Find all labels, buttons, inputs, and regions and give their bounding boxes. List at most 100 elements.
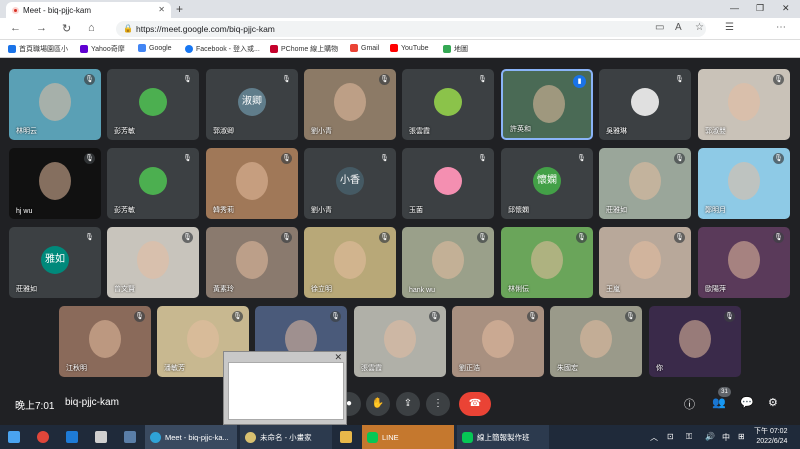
participant-video — [89, 320, 121, 358]
taskbar-line[interactable]: LINE — [362, 425, 454, 449]
address-bar-row: ← → ↻ ⌂ 🔒 https://meet.google.com/biq-pj… — [0, 18, 800, 52]
chat-icon[interactable]: 💬 — [740, 396, 754, 409]
browser-tab[interactable]: Meet - biq-pjjc-kam ✕ — [6, 2, 171, 18]
url-field[interactable]: 🔒 https://meet.google.com/biq-pjjc-kam — [116, 21, 706, 37]
volume-icon[interactable]: 🔊 — [705, 432, 715, 441]
bookmark-item[interactable]: PChome 線上購物 — [270, 44, 338, 54]
participant-tile[interactable]: 🎙 彭芳敏 — [107, 69, 199, 140]
bookmark-item[interactable]: YouTube — [390, 44, 429, 52]
participant-tile[interactable]: 🎙 劉小青 — [304, 69, 396, 140]
home-icon[interactable]: ⌂ — [88, 22, 95, 34]
participant-name: 郭淑卿 — [213, 128, 234, 135]
mic-off-icon: 🎙 — [281, 232, 292, 243]
participant-name: 江秋明 — [66, 365, 87, 372]
close-tab-icon[interactable]: ✕ — [158, 5, 165, 14]
chrome-icon[interactable] — [37, 431, 49, 443]
raise-hand-button[interactable]: ✋ — [366, 392, 390, 416]
media-player-icon[interactable] — [95, 431, 107, 443]
camera-icon[interactable]: ▭ — [655, 22, 664, 33]
meeting-time: 晚上7:01 — [15, 401, 55, 412]
bookmark-item[interactable]: 首頁職場園區小 — [8, 44, 68, 54]
meeting-details-icon[interactable]: ⓘ — [684, 396, 695, 412]
participant-tile[interactable]: ▮ 許英和 — [501, 69, 593, 140]
system-clock[interactable]: 下午 07:02 2022/6/24 — [754, 427, 787, 447]
back-icon[interactable]: ← — [10, 22, 21, 34]
participant-video — [580, 320, 612, 358]
reload-icon[interactable]: ↻ — [62, 22, 71, 35]
participant-tile[interactable]: 🎙 莊雅如 — [599, 148, 691, 219]
close-window-icon[interactable]: ✕ — [782, 3, 790, 14]
present-button[interactable]: ⇪ — [396, 392, 420, 416]
participant-tile[interactable]: 🎙 玉菌 — [402, 148, 494, 219]
participant-tile[interactable]: 🎙 韓秀莉 — [206, 148, 298, 219]
participant-tile[interactable]: 🎙 鄭明月 — [698, 148, 790, 219]
participant-name: 朱國宏 — [557, 365, 578, 372]
mic-off-icon: 🎙 — [182, 153, 193, 164]
collections-icon[interactable]: ☰ — [725, 22, 734, 33]
participant-tile[interactable]: 🎙 hank wu — [402, 227, 494, 298]
participant-tile[interactable]: 🎙 王嵐 — [599, 227, 691, 298]
participant-name: 許英和 — [510, 126, 531, 133]
participant-video — [236, 241, 268, 279]
start-icon[interactable] — [8, 431, 20, 443]
participant-tile[interactable]: 🎙 林俐伝 — [501, 227, 593, 298]
network-icon[interactable]: ⊡ — [667, 432, 674, 441]
participant-tile[interactable]: 🎙 歐陽萍 — [698, 227, 790, 298]
chevron-up-icon[interactable]: ︿ — [650, 432, 658, 443]
taskbar-meet[interactable]: Meet - biq-pjjc-ka... — [145, 425, 237, 449]
participant-tile[interactable]: 🎙 hj wu — [9, 148, 101, 219]
participant-tile[interactable]: 🎙 張雲霞 — [354, 306, 446, 377]
window-preview[interactable]: ✕ — [223, 351, 347, 425]
participant-name: 鄭明月 — [705, 207, 726, 214]
leave-call-button[interactable]: ☎ — [459, 392, 491, 416]
ime-mode-icon[interactable]: ⊞ — [738, 432, 745, 441]
wifi-icon[interactable]: ⚿ — [686, 432, 692, 442]
menu-icon[interactable]: ⋯ — [776, 22, 786, 33]
participant-tile[interactable]: 🎙 黃素玲 — [206, 227, 298, 298]
favorite-icon[interactable]: ☆ — [695, 22, 704, 33]
participant-tile[interactable]: 🎙 朱國宏 — [550, 306, 642, 377]
participant-tile[interactable]: 🎙 徐立明 — [304, 227, 396, 298]
new-tab-icon[interactable]: + — [176, 2, 183, 16]
bookmark-item[interactable]: Yahoo奇摩 — [80, 44, 125, 54]
participant-tile[interactable]: 🎙 吳雅琳 — [599, 69, 691, 140]
taskbar-paint[interactable]: 未命名 - 小畫家 — [240, 425, 332, 449]
forward-icon[interactable]: → — [36, 22, 47, 34]
participant-tile[interactable]: 🎙 林明云 — [9, 69, 101, 140]
maximize-icon[interactable]: ❐ — [756, 3, 764, 14]
participant-tile[interactable]: 懷嫻 🎙 邱懷嫻 — [501, 148, 593, 219]
participant-tile[interactable]: 🎙 張雲霞 — [402, 69, 494, 140]
bookmark-item[interactable]: Gmail — [350, 44, 379, 52]
participant-tile[interactable]: 雅如 🎙 莊雅如 — [9, 227, 101, 298]
participant-name: 曾文賢 — [114, 286, 135, 293]
file-explorer-icon[interactable] — [340, 431, 352, 443]
participant-tile[interactable]: 🎙 劉正浩 — [452, 306, 544, 377]
calculator-icon[interactable] — [124, 431, 136, 443]
recording-icon — [12, 6, 19, 14]
participant-name: 莊雅如 — [606, 207, 627, 214]
lock-icon: 🔒 — [123, 24, 133, 33]
participant-tile[interactable]: 🎙 你 — [649, 306, 741, 377]
participant-tile[interactable]: 🎙 曾文賢 — [107, 227, 199, 298]
taskbar-report[interactable]: 線上簡報製作班 — [457, 425, 549, 449]
participant-tile[interactable]: 小香 🎙 劉小青 — [304, 148, 396, 219]
read-aloud-icon[interactable]: A — [675, 22, 682, 33]
participant-name: 邱懷嫻 — [508, 207, 529, 214]
mic-off-icon: 🎙 — [773, 74, 784, 85]
participant-tile[interactable]: 🎙 彭芳敏 — [107, 148, 199, 219]
participant-name: 林明云 — [16, 128, 37, 135]
people-icon[interactable]: 👥 — [712, 396, 726, 409]
minimize-icon[interactable]: — — [730, 3, 739, 13]
ime-indicator[interactable]: 中 — [722, 432, 730, 443]
participant-avatar: 雅如 — [41, 245, 69, 274]
bookmark-item[interactable]: Google — [138, 44, 172, 52]
participant-name: 劉正浩 — [459, 365, 480, 372]
participant-tile[interactable]: 🎙 郭淑嬰 — [698, 69, 790, 140]
activities-icon[interactable]: ⚙ — [768, 396, 778, 409]
participant-tile[interactable]: 淑卿 🎙 郭淑卿 — [206, 69, 298, 140]
more-options-button[interactable]: ⋮ — [426, 392, 450, 416]
bookmark-item[interactable]: 地圖 — [443, 44, 468, 54]
bookmark-item[interactable]: Facebook - 登入或... — [185, 44, 260, 54]
participant-tile[interactable]: 🎙 江秋明 — [59, 306, 151, 377]
ie-icon[interactable] — [66, 431, 78, 443]
